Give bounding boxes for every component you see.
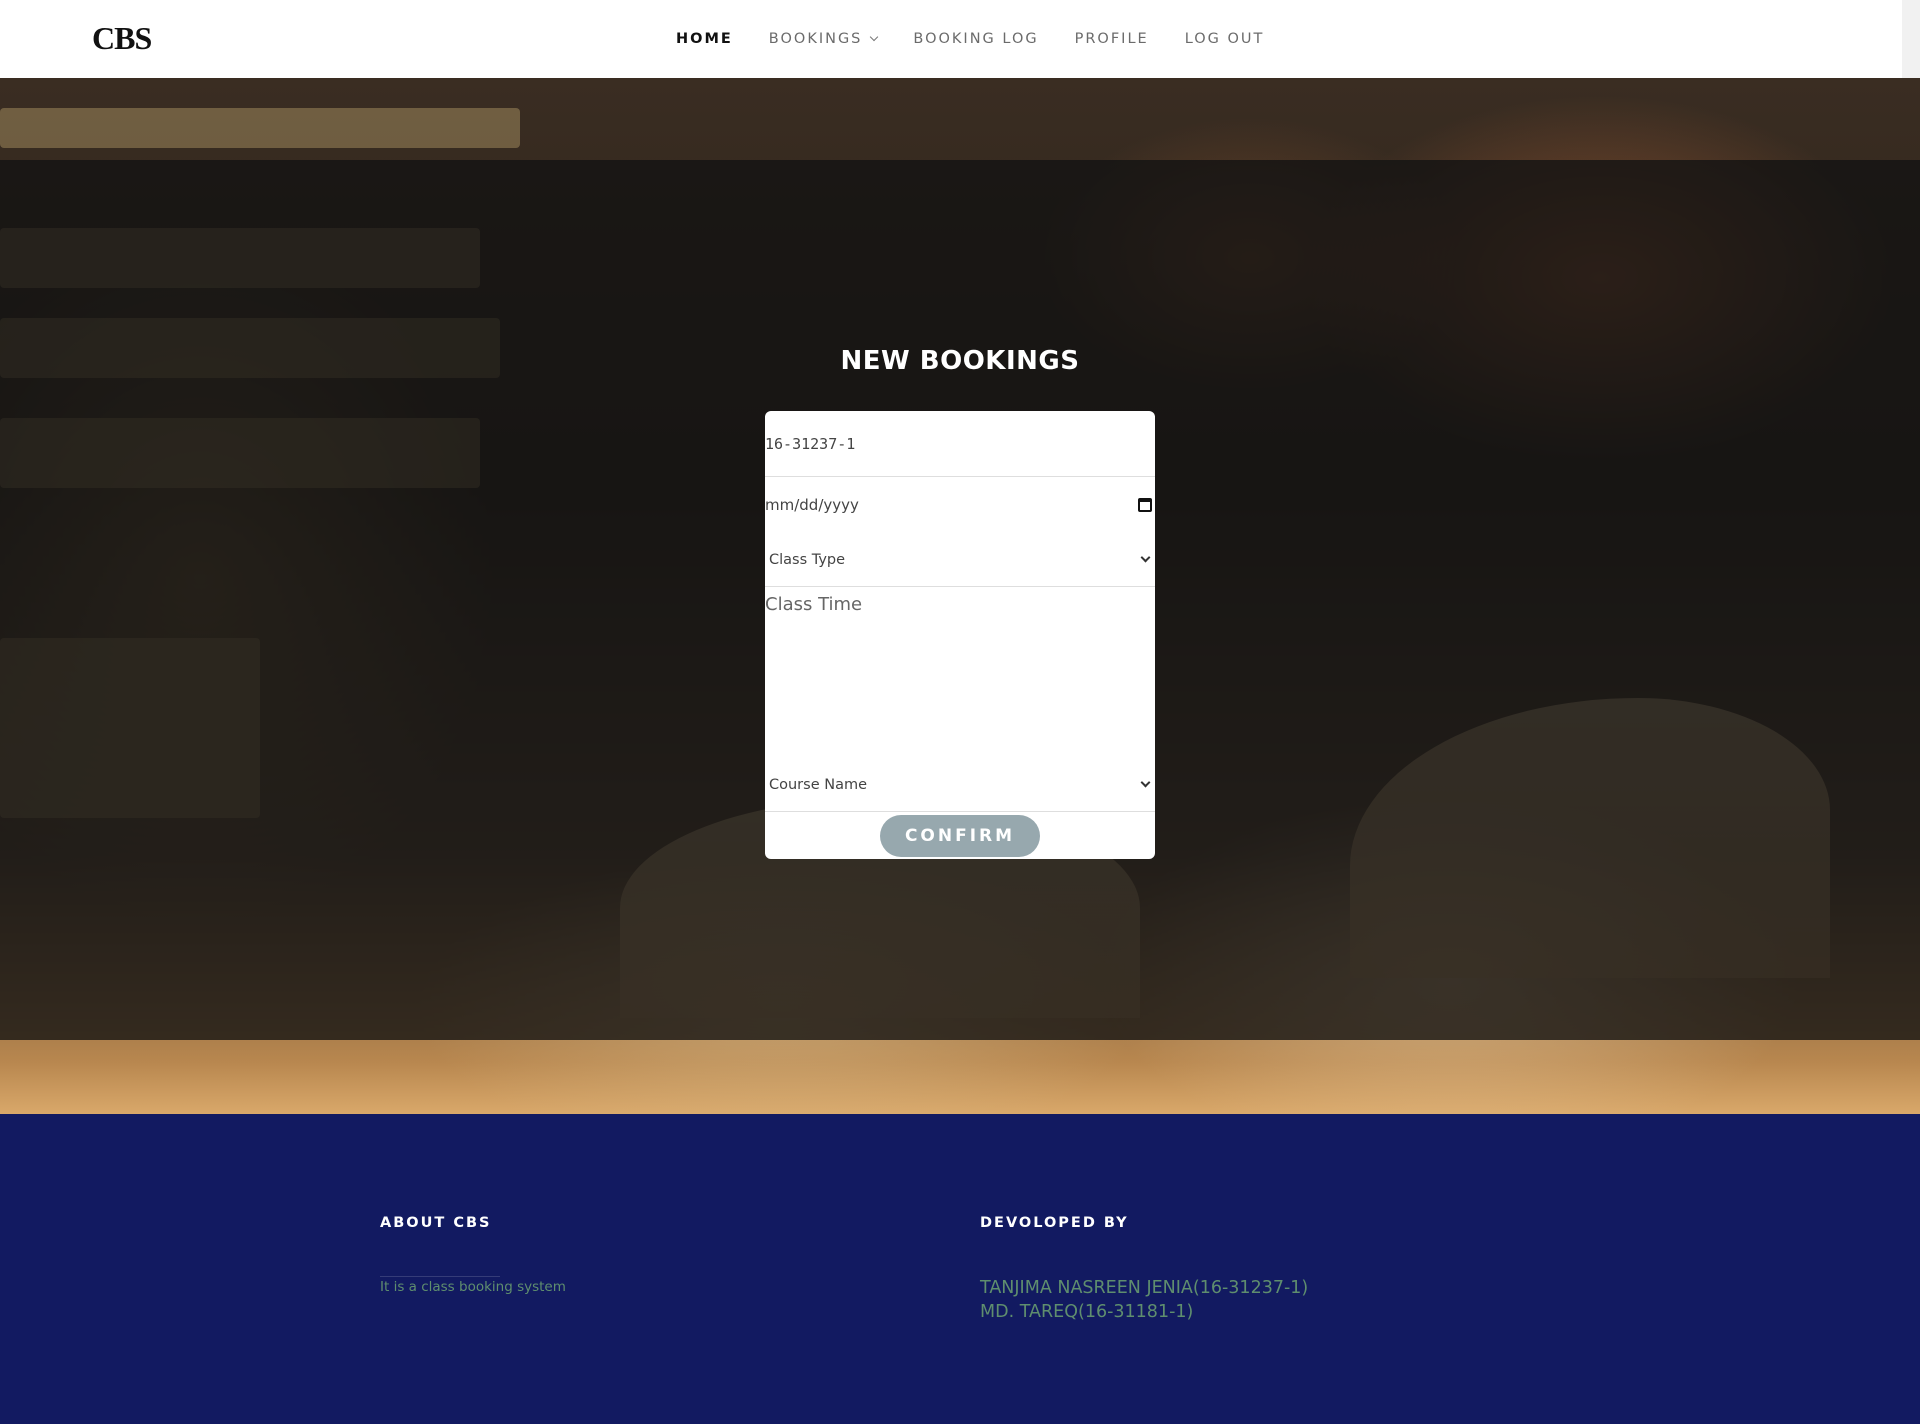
student-id-field[interactable]: 16-31237-1: [765, 411, 1155, 477]
nav-item-profile[interactable]: PROFILE: [1075, 31, 1149, 47]
class-time-textarea[interactable]: Class Time: [765, 588, 1155, 758]
about-text: It is a class booking system: [380, 1279, 566, 1295]
nav-item-home[interactable]: HOME: [676, 31, 733, 47]
chevron-down-icon: [1140, 552, 1151, 563]
top-navbar: CBS HOME BOOKINGS BOOKING LOG PROFILE LO…: [0, 0, 1902, 78]
developer-name: TANJIMA NASREEN JENIA(16-31237-1): [980, 1278, 1309, 1298]
date-field[interactable]: mm/dd/yyyy: [765, 477, 1155, 533]
nav-item-booking-log[interactable]: BOOKING LOG: [913, 31, 1038, 47]
course-name-select[interactable]: Course Name: [765, 758, 1155, 812]
class-type-value: Class Type: [769, 551, 846, 568]
about-divider: [380, 1276, 500, 1277]
footer: ABOUT CBS It is a class booking system D…: [0, 1114, 1920, 1424]
developer-list: TANJIMA NASREEN JENIA(16-31237-1) MD. TA…: [980, 1276, 1308, 1324]
booking-form: 16-31237-1 mm/dd/yyyy Class Type Class T…: [765, 411, 1155, 859]
class-time-placeholder: Class Time: [765, 594, 863, 615]
class-type-select[interactable]: Class Type: [765, 533, 1155, 587]
about-heading: ABOUT CBS: [380, 1215, 492, 1231]
nav-item-label: BOOKINGS: [768, 31, 863, 47]
chevron-down-icon: [870, 32, 879, 42]
confirm-row: CONFIRM: [765, 815, 1155, 859]
page-scrollbar[interactable]: [1902, 0, 1920, 78]
nav-item-label: PROFILE: [1074, 31, 1149, 47]
student-id-value: 16-31237-1: [765, 434, 856, 453]
page-title: NEW BOOKINGS: [840, 346, 1080, 376]
main-nav: HOME BOOKINGS BOOKING LOG PROFILE LOG OU…: [676, 0, 1300, 78]
date-placeholder: mm/dd/yyyy: [765, 496, 859, 514]
brand-logo[interactable]: CBS: [92, 20, 152, 57]
calendar-icon[interactable]: [1138, 498, 1152, 512]
chevron-down-icon: [1140, 777, 1151, 788]
course-name-value: Course Name: [769, 776, 868, 793]
nav-item-label: HOME: [676, 31, 733, 47]
background-book: [0, 108, 520, 148]
developer-name: MD. TAREQ(16-31181-1): [980, 1302, 1194, 1322]
nav-item-bookings[interactable]: BOOKINGS: [768, 31, 879, 47]
nav-item-log-out[interactable]: LOG OUT: [1185, 31, 1265, 47]
confirm-button[interactable]: CONFIRM: [880, 815, 1040, 857]
nav-item-label: LOG OUT: [1184, 31, 1265, 47]
nav-item-label: BOOKING LOG: [913, 31, 1039, 47]
developed-by-heading: DEVOLOPED BY: [980, 1215, 1129, 1231]
